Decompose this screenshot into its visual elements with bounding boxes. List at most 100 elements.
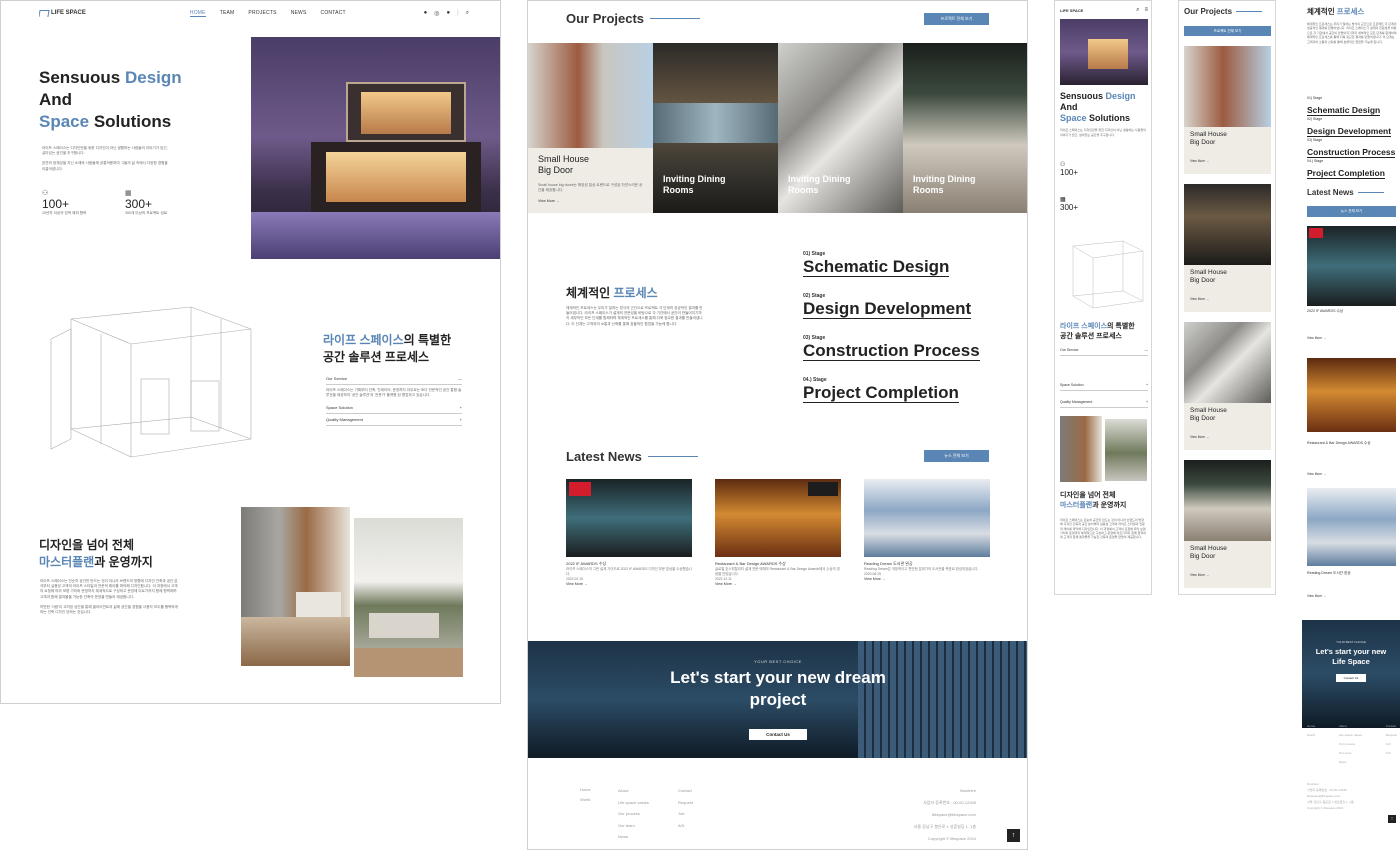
logo[interactable]: LIFE SPACE [1060, 8, 1083, 13]
view-all-news-button[interactable]: 뉴스 전체 보기 [1307, 206, 1396, 217]
contact-us-button[interactable]: Contact Us [749, 729, 807, 740]
stage-title[interactable]: Design Development [803, 299, 972, 319]
view-more-link[interactable]: View More → [566, 582, 692, 586]
footer-link[interactable]: Our process [1339, 740, 1362, 749]
footer-link[interactable]: Our team [1339, 749, 1362, 758]
footer-link[interactable]: A/S [1386, 749, 1397, 758]
footer-link[interactable]: About [618, 785, 678, 797]
view-all-projects-button[interactable]: 프로젝트 전체 보기 [1184, 26, 1271, 36]
view-more-link[interactable]: View More → [715, 582, 841, 586]
card-title-line: Big Door [1190, 553, 1216, 560]
project-card[interactable]: Small House Big Door View More → [1184, 46, 1271, 174]
accordion-label: Space Solution [1060, 383, 1084, 387]
hero-desc-line: 살아있는 공간을 추구합니다. [42, 151, 85, 156]
view-more-label: View More [1307, 472, 1322, 476]
project-card-1[interactable]: Small House Big Door Small house big door… [528, 43, 653, 213]
stat-label: 10년차 이상의 업력 예외 협력 [42, 211, 87, 215]
project-card-2[interactable]: Inviting Dining Rooms [653, 43, 778, 213]
logo-text: LIFE SPACE [1060, 8, 1084, 13]
footer-link[interactable]: Job [1386, 740, 1397, 749]
accordion-space-solution[interactable]: Space Solution + [1060, 380, 1148, 391]
footer-link[interactable]: Life space values [618, 797, 678, 809]
footer-col-3: Contact Request Job A/S [678, 785, 728, 831]
news-card-1[interactable]: 2022 IF AWARDS 수상 라이프 스페이스의 그린 설계 가이드로 2… [566, 479, 692, 604]
menu-icon[interactable]: ≡ [1144, 7, 1148, 14]
footer-link[interactable]: A/S [678, 820, 728, 832]
stage-title[interactable]: Schematic Design [803, 257, 950, 277]
footer-link[interactable]: About [1339, 722, 1362, 731]
news-card-1[interactable]: 2022 IF AWARDS 수상 View More → [1307, 226, 1396, 350]
scroll-top-button[interactable]: ↑ [1388, 815, 1396, 823]
masterplan-paragraph: 라이프 스페이스는 단순히 공간만 만드는 것이 아니라 브랜드의 방향에 디자… [40, 579, 178, 599]
footer-link[interactable]: Contact [678, 785, 728, 797]
nav-home[interactable]: HOME [189, 10, 206, 17]
footer-link[interactable]: News [1339, 758, 1362, 767]
hero-title-part: Solutions [1086, 113, 1131, 123]
facebook-icon[interactable]: ● [424, 10, 428, 16]
footer-link[interactable]: Life space values [1339, 731, 1362, 740]
stage-title[interactable]: Construction Process [803, 341, 980, 361]
view-more-link[interactable]: View More → [1184, 573, 1271, 577]
project-card[interactable]: Small House Big Door View More → [1184, 460, 1271, 588]
stage-title[interactable]: Project Completion [803, 383, 959, 403]
footer-link[interactable]: World [580, 795, 610, 805]
accordion-our-service[interactable]: Our Service — [1060, 345, 1148, 356]
contact-us-button[interactable]: Contact Us [1336, 674, 1366, 682]
footer-link[interactable]: World [1307, 731, 1315, 740]
footer-link[interactable]: Request [1386, 731, 1397, 740]
news-card-3[interactable]: Reading Dream 도서관 완공 View More → [1307, 488, 1396, 612]
footer-link[interactable]: Request [678, 797, 728, 809]
footer-link[interactable]: Job [678, 808, 728, 820]
accordion-quality-management[interactable]: Quality Management + [326, 414, 462, 427]
accordion-our-service[interactable]: Our Service — [326, 373, 462, 385]
news-card-3[interactable]: Reading Dream 도서관 완공 Reading Dream은 개방적이… [864, 479, 990, 604]
news-card-2[interactable]: Restaurant & Bar Design AWARDS 수상 View M… [1307, 358, 1396, 482]
logo[interactable]: LIFE SPACE [39, 9, 86, 17]
view-all-projects-button[interactable]: 프로젝트 전체 보기 [924, 13, 989, 25]
stage-title[interactable]: Project Completion [1307, 168, 1385, 179]
stage-title[interactable]: Construction Process [1307, 147, 1396, 158]
pinterest-icon[interactable]: ● [446, 10, 450, 16]
view-more-link[interactable]: View More → [1307, 594, 1396, 598]
hero-title-accent: Space [39, 112, 90, 131]
nav-team[interactable]: TEAM [220, 10, 235, 17]
project-card-desc: Small house big doors는 확장된 일상 트렌드로 구성된 자… [538, 183, 643, 193]
nav-news[interactable]: NEWS [291, 10, 307, 17]
news-card-2[interactable]: Restaurant & Bar Design AWARDS 수상 글로벌 호스… [715, 479, 841, 604]
accordion-space-solution[interactable]: Space Solution + [326, 402, 462, 415]
view-more-link[interactable]: View More → [538, 199, 560, 203]
scroll-top-button[interactable]: ↑ [1007, 829, 1020, 842]
view-more-link[interactable]: View More → [1184, 435, 1271, 439]
card-title-line: Rooms [788, 185, 819, 195]
project-card[interactable]: Small House Big Door View More → [1184, 322, 1271, 450]
view-more-link[interactable]: View More → [1184, 159, 1271, 163]
accordion-quality-management[interactable]: Quality Management + [1060, 397, 1148, 408]
view-more-link[interactable]: View More → [1307, 336, 1396, 340]
stage-list: 01) Stage Schematic Design 02) Stage Desig… [803, 251, 1003, 419]
news-item-text: 라이프 스페이스의 그린 설계 가이드로 2022 IF AWARDS 디자인 … [566, 567, 692, 576]
view-more-link[interactable]: View More → [1184, 297, 1271, 301]
view-more-link[interactable]: View More → [864, 577, 990, 581]
footer-link[interactable]: Our process [618, 808, 678, 820]
footer-link[interactable]: Home [1307, 722, 1315, 731]
footer-link[interactable]: Contact [1386, 722, 1397, 731]
search-icon[interactable]: ⌕ [1136, 7, 1139, 14]
footer-link[interactable]: News [618, 831, 678, 843]
instagram-icon[interactable]: ◎ [434, 10, 439, 17]
view-all-news-button[interactable]: 뉴스 전체 보기 [924, 450, 989, 462]
hero-title-part: And [1060, 102, 1078, 112]
footer-link[interactable]: Our team [618, 820, 678, 832]
news-photo [1307, 226, 1396, 306]
stage-title[interactable]: Design Development [1307, 126, 1392, 137]
nav-projects[interactable]: PROJECTS [248, 10, 276, 17]
project-card-3[interactable]: Inviting Dining Rooms [778, 43, 903, 213]
view-more-link[interactable]: View More → [1307, 472, 1396, 476]
project-card-4[interactable]: Inviting Dining Rooms [903, 43, 1027, 213]
project-photo [1184, 322, 1271, 403]
project-card[interactable]: Small House Big Door View More → [1184, 184, 1271, 312]
footer-link[interactable]: Home [580, 785, 610, 795]
stage-title[interactable]: Schematic Design [1307, 105, 1381, 116]
nav-contact[interactable]: CONTACT [321, 10, 346, 17]
hero-title-part: And [39, 90, 73, 109]
search-icon[interactable]: ⌕ [466, 10, 469, 17]
